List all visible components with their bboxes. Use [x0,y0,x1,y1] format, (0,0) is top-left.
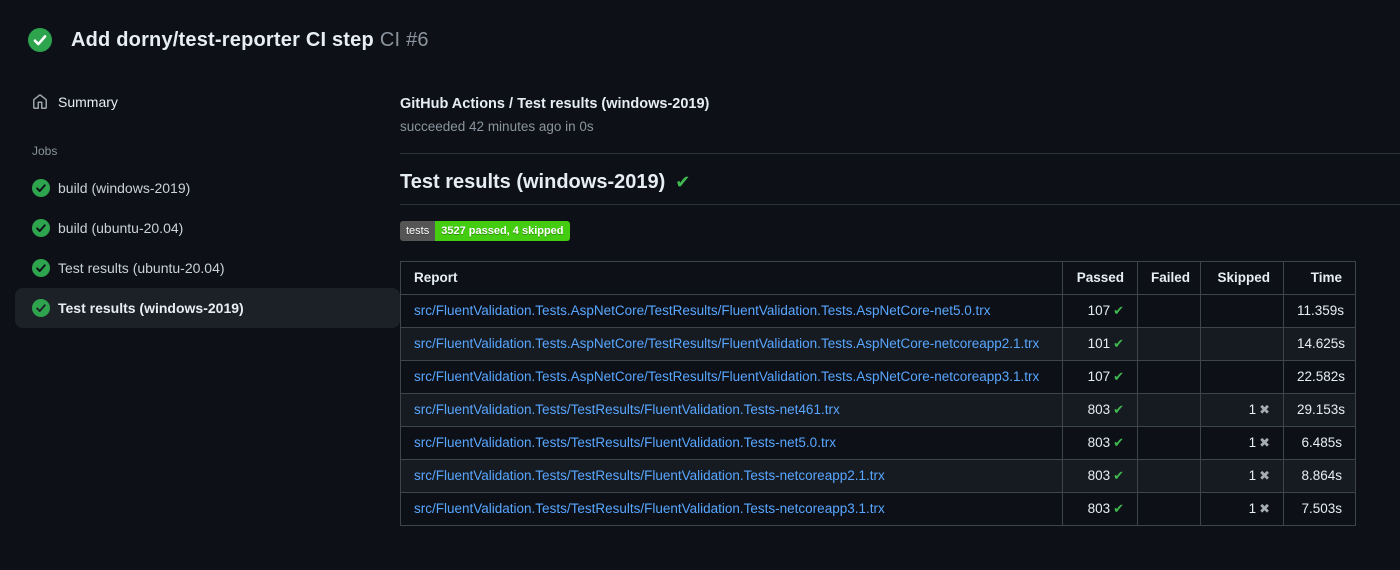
skipped-count: 1 [1248,402,1257,417]
skipped-cell: 1 ✖ [1200,459,1284,493]
sidebar-item-summary[interactable]: Summary [15,84,400,120]
skipped-count: 1 [1248,435,1257,450]
skipped-cell [1200,327,1284,361]
time-cell: 29.153s [1283,393,1356,427]
sidebar: Summary Jobs build (windows-2019) build … [0,84,400,526]
sidebar-jobs-heading: Jobs [32,144,58,158]
sidebar-summary-label: Summary [58,94,118,110]
sidebar-item-label: build (windows-2019) [58,180,191,196]
sidebar-item-build-ubuntu-20-04[interactable]: build (ubuntu-20.04) [15,208,400,248]
table-header-row: Report Passed Failed Skipped Time [400,261,1356,295]
check-circle-icon [28,28,52,52]
report-link[interactable]: src/FluentValidation.Tests/TestResults/F… [414,501,885,516]
time-cell: 8.864s [1283,459,1356,493]
passed-count: 101 [1087,336,1111,351]
job-title: GitHub Actions / Test results (windows-2… [400,96,710,112]
failed-cell [1137,426,1201,460]
column-header-failed: Failed [1137,261,1201,295]
passed-count: 803 [1087,501,1111,516]
check-icon: ✔ [1113,336,1124,351]
time-cell: 14.625s [1283,327,1356,361]
failed-cell [1137,393,1201,427]
skipped-cell [1200,360,1284,394]
cross-icon: ✖ [1259,402,1270,417]
passed-count: 803 [1087,435,1111,450]
tests-badge: tests 3527 passed, 4 skipped [400,221,570,241]
home-icon [33,94,47,109]
check-icon: ✔ [1113,435,1124,450]
passed-count: 803 [1087,402,1111,417]
check-icon: ✔ [1113,303,1124,318]
section-heading: Test results (windows-2019) ✔ [400,168,1400,205]
sidebar-item-test-results-ubuntu-20-04[interactable]: Test results (ubuntu-20.04) [15,248,400,288]
badge-value: 3527 passed, 4 skipped [435,221,570,241]
sidebar-item-label: Test results (ubuntu-20.04) [58,260,225,276]
skipped-cell: 1 ✖ [1200,492,1284,526]
cross-icon: ✖ [1259,468,1270,483]
check-circle-icon [32,179,50,197]
report-link[interactable]: src/FluentValidation.Tests/TestResults/F… [414,468,885,483]
passed-count: 107 [1087,303,1111,318]
table-row: src/FluentValidation.Tests.AspNetCore/Te… [400,294,1356,328]
column-header-time: Time [1283,261,1356,295]
report-link[interactable]: src/FluentValidation.Tests/TestResults/F… [414,435,836,450]
check-circle-icon [32,259,50,277]
sidebar-item-test-results-windows-2019[interactable]: Test results (windows-2019) [15,288,400,328]
run-title-text: Add dorny/test-reporter CI step [71,28,374,51]
check-icon: ✔ [1113,501,1124,516]
table-row: src/FluentValidation.Tests.AspNetCore/Te… [400,360,1356,394]
passed-count: 107 [1087,369,1111,384]
sidebar-item-build-windows-2019[interactable]: build (windows-2019) [15,168,400,208]
table-row: src/FluentValidation.Tests/TestResults/F… [400,426,1356,460]
report-link[interactable]: src/FluentValidation.Tests/TestResults/F… [414,402,840,417]
report-link[interactable]: src/FluentValidation.Tests.AspNetCore/Te… [414,336,1039,351]
badge-label: tests [400,221,436,241]
sidebar-item-label: build (ubuntu-20.04) [58,220,184,236]
report-link[interactable]: src/FluentValidation.Tests.AspNetCore/Te… [414,369,1039,384]
skipped-cell [1200,294,1284,328]
failed-cell [1137,459,1201,493]
failed-cell [1137,360,1201,394]
cross-icon: ✖ [1259,435,1270,450]
time-cell: 6.485s [1283,426,1356,460]
table-row: src/FluentValidation.Tests/TestResults/F… [400,393,1356,427]
failed-cell [1137,492,1201,526]
failed-cell [1137,294,1201,328]
main-panel: GitHub Actions / Test results (windows-2… [400,84,1400,526]
run-header: Add dorny/test-reporter CI step CI #6 [0,0,1400,52]
page-title: Add dorny/test-reporter CI step CI #6 [71,29,429,52]
section-heading-text: Test results (windows-2019) [400,171,666,193]
time-cell: 7.503s [1283,492,1356,526]
divider [400,153,1400,154]
skipped-count: 1 [1248,468,1257,483]
check-icon: ✔ [1113,402,1124,417]
failed-cell [1137,327,1201,361]
column-header-skipped: Skipped [1200,261,1284,295]
sidebar-item-label: Test results (windows-2019) [58,300,244,316]
job-status-line: succeeded 42 minutes ago in 0s [400,119,594,134]
run-number: CI #6 [379,28,429,51]
skipped-count: 1 [1248,501,1257,516]
check-icon: ✔ [1113,369,1124,384]
skipped-cell: 1 ✖ [1200,426,1284,460]
check-icon: ✔ [675,172,691,192]
check-circle-icon [32,219,50,237]
table-row: src/FluentValidation.Tests.AspNetCore/Te… [400,327,1356,361]
table-row: src/FluentValidation.Tests/TestResults/F… [400,459,1356,493]
test-results-table: Report Passed Failed Skipped Time src/Fl… [400,261,1356,526]
report-link[interactable]: src/FluentValidation.Tests.AspNetCore/Te… [414,303,991,318]
check-circle-icon [32,299,50,317]
time-cell: 22.582s [1283,360,1356,394]
table-row: src/FluentValidation.Tests/TestResults/F… [400,492,1356,526]
skipped-cell: 1 ✖ [1200,393,1284,427]
passed-count: 803 [1087,468,1111,483]
column-header-passed: Passed [1062,261,1138,295]
cross-icon: ✖ [1259,501,1270,516]
time-cell: 11.359s [1283,294,1356,328]
column-header-report: Report [400,261,1063,295]
check-icon: ✔ [1113,468,1124,483]
